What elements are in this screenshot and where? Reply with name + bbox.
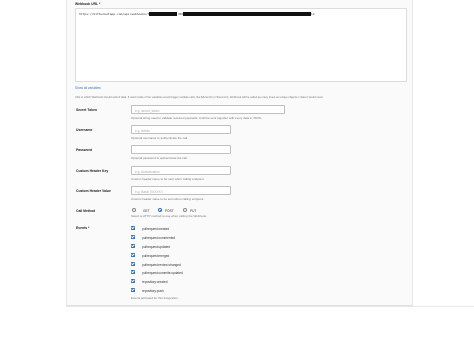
event-checkbox[interactable]: [131, 262, 135, 266]
webhook-url-help: URL to which Webhook should submit data.…: [75, 96, 324, 99]
custom-header-key-label: Custom Header Key: [76, 169, 109, 173]
event-label: repository:created: [142, 279, 168, 284]
custom-header-key-help: Custom header name to be sent when calli…: [131, 177, 205, 181]
custom-header-key-input[interactable]: e.g. Authorization: [131, 166, 231, 175]
custom-header-value-label: Custom Header Value: [76, 189, 111, 193]
redacted-block: [182, 12, 311, 16]
username-help: Optional username to authenticate the ca…: [131, 136, 189, 140]
event-label: pullrequest:updated: [142, 244, 171, 249]
webhook-url-textarea[interactable]: https://bitbucketapp.com/api/webhooks/T /…: [75, 8, 407, 82]
event-label: repository:push: [142, 288, 164, 293]
secret-token-input[interactable]: e.g. secret_token: [131, 105, 285, 114]
redacted-block: [149, 12, 178, 16]
event-checkbox[interactable]: [131, 279, 135, 283]
custom-header-value-input[interactable]: e.g. Basic XXXXXX: [131, 186, 231, 195]
secret-token-help: Optional string used to validate receive…: [131, 116, 262, 120]
secret-token-label: Secret Token: [76, 108, 98, 112]
method-put-radio[interactable]: [183, 208, 187, 212]
webhook-url-value: https://bitbucketapp.com/api/webhooks/T /…: [79, 12, 315, 16]
call-method-label: Call Method: [76, 209, 96, 213]
password-input[interactable]: [131, 145, 231, 154]
event-checkbox[interactable]: [131, 244, 135, 248]
event-checkbox[interactable]: [131, 253, 135, 257]
divider: [66, 306, 474, 307]
password-help: Optional password to authenticate the ca…: [131, 156, 188, 160]
custom-header-value-help: Custom header value to be sent when call…: [131, 197, 205, 201]
event-label: pullrequest:merged: [142, 253, 170, 258]
method-post-radio[interactable]: [158, 208, 162, 212]
method-post-label: POST: [165, 208, 174, 213]
method-get-radio[interactable]: [132, 208, 136, 212]
event-checkbox[interactable]: [131, 288, 135, 292]
event-checkbox[interactable]: [131, 235, 135, 239]
event-checkbox[interactable]: [131, 270, 135, 274]
password-label: Password: [76, 148, 93, 152]
events-label: Events *: [76, 226, 90, 230]
event-label: pullrequest:review:changed: [142, 262, 181, 267]
event-label: pullrequest:commented: [142, 235, 176, 240]
method-get-label: GET: [143, 208, 150, 213]
username-input[interactable]: e.g. admin: [131, 125, 231, 134]
method-put-label: PUT: [190, 208, 197, 213]
event-label: pullrequest:created: [142, 226, 170, 231]
webhook-url-label: Webhook URL *: [75, 2, 101, 6]
show-all-variables-link[interactable]: Show all variables: [75, 86, 101, 90]
events-help: Events activated for this Integration.: [131, 296, 179, 300]
event-checkbox[interactable]: [131, 226, 135, 230]
username-label: Username: [76, 128, 93, 132]
event-label: pullrequest:commits:updated: [142, 270, 183, 275]
call-method-help: Select a HTTP method to use when calling…: [131, 214, 207, 218]
